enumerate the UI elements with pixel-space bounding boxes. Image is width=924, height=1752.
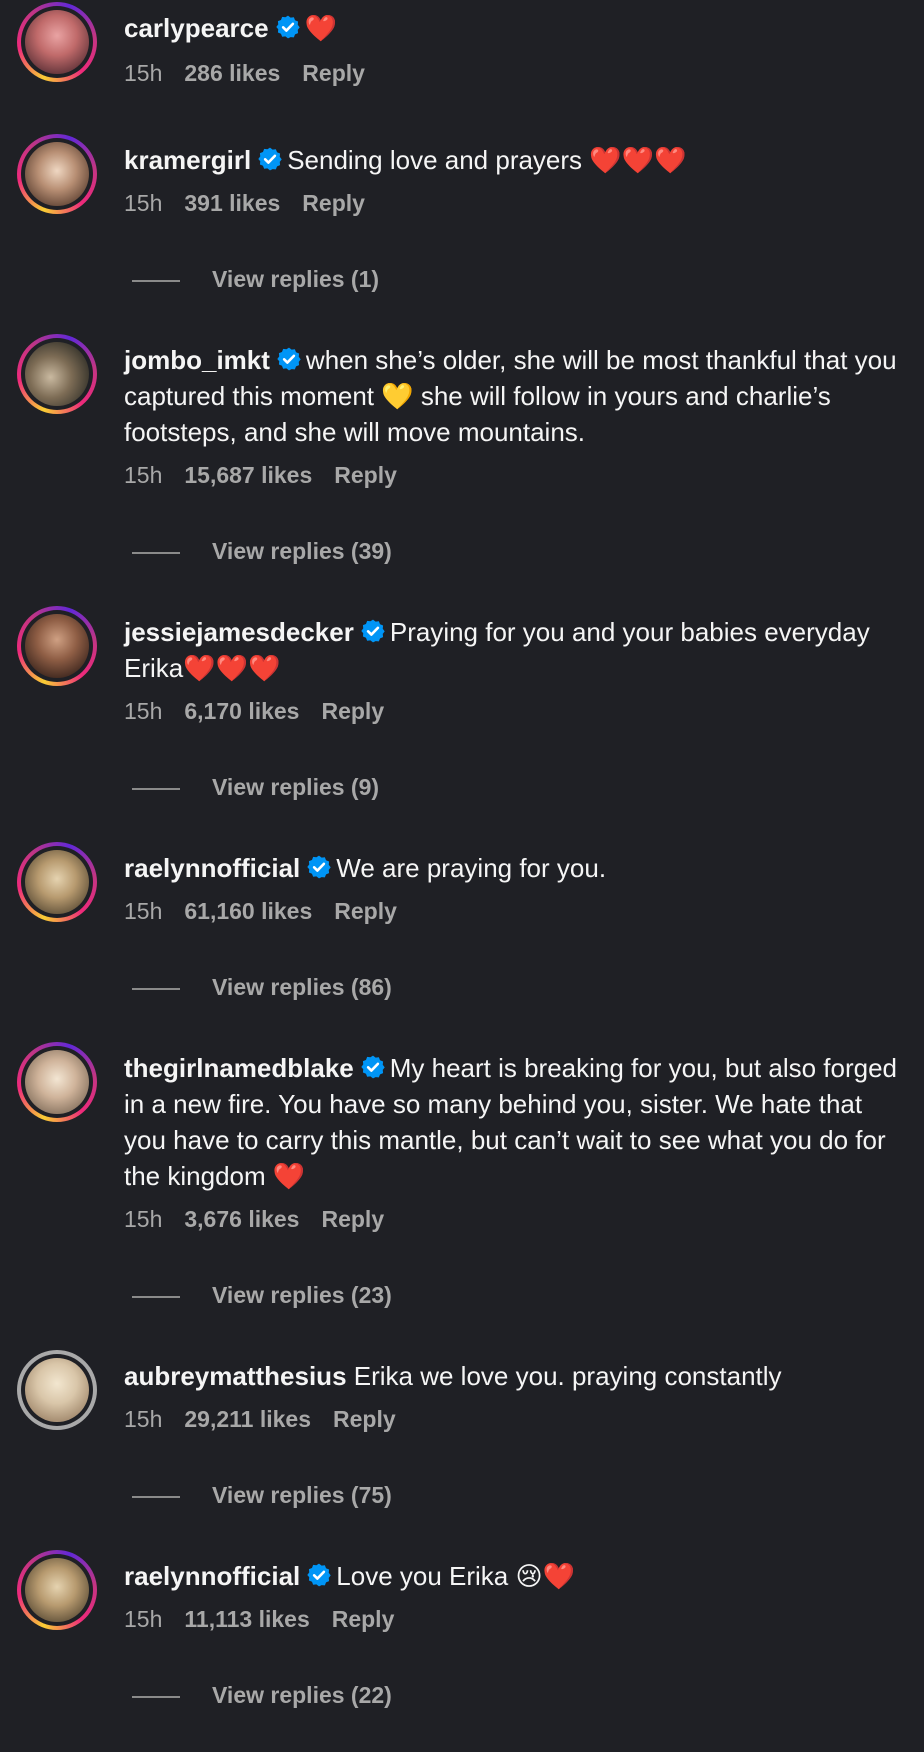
verified-badge-icon [277, 347, 301, 371]
replies-divider-line [132, 279, 180, 282]
view-replies-label: View replies (39) [212, 538, 392, 564]
comment-text-block: aubreymatthesius Erika we love you. pray… [124, 1358, 904, 1394]
view-replies-label: View replies (1) [212, 266, 380, 292]
likes-count[interactable]: 29,211 likes [184, 1406, 311, 1432]
comment-meta: 15h 29,211 likes Reply [124, 1404, 904, 1434]
reply-button[interactable]: Reply [321, 1206, 384, 1232]
replies-divider-line [132, 1695, 180, 1698]
reply-button[interactable]: Reply [302, 60, 365, 86]
comment-text-block: jessiejamesdecker Praying for you and you… [124, 614, 904, 686]
comment-meta: 15h 61,160 likes Reply [124, 896, 904, 926]
comment-text-block: raelynnofficial We are praying for you. [124, 850, 904, 886]
reply-button[interactable]: Reply [302, 190, 365, 216]
replies-divider-line [132, 987, 180, 990]
view-replies-label: View replies (9) [212, 774, 380, 800]
comment-username[interactable]: raelynnofficial [124, 853, 300, 883]
comment-text: Erika we love you. praying constantly [353, 1361, 782, 1391]
comment-username[interactable]: jombo_imkt [124, 345, 270, 375]
comment-time: 15h [124, 462, 163, 488]
comment-text: We are praying for you. [336, 853, 607, 883]
reply-button[interactable]: Reply [321, 698, 384, 724]
comment-text-block: raelynnofficial Love you Erika 😢❤️ [124, 1558, 904, 1594]
comment-meta: 15h 11,113 likes Reply [124, 1604, 904, 1634]
verified-badge-icon [258, 147, 282, 171]
avatar[interactable] [17, 134, 97, 214]
likes-count[interactable]: 286 likes [184, 60, 280, 86]
comment-username[interactable]: thegirlnamedblake [124, 1053, 354, 1083]
avatar[interactable] [17, 334, 97, 414]
view-replies-label: View replies (22) [212, 1682, 392, 1708]
comment-text-block: jombo_imkt when she’s older, she will be … [124, 342, 904, 450]
comment-text: Sending love and prayers ❤️❤️❤️ [287, 145, 687, 175]
comment-time: 15h [124, 1206, 163, 1232]
comment-text-block: thegirlnamedblake My heart is breaking fo… [124, 1050, 904, 1194]
view-replies-button[interactable]: View replies (39) [132, 536, 392, 566]
avatar[interactable] [17, 842, 97, 922]
likes-count[interactable]: 15,687 likes [184, 462, 312, 488]
comment-username[interactable]: raelynnofficial [124, 1561, 300, 1591]
comment-text-block: carlypearce ❤️ [124, 10, 904, 46]
comment-meta: 15h 286 likes Reply [124, 58, 904, 88]
view-replies-button[interactable]: View replies (86) [132, 972, 392, 1002]
comment-time: 15h [124, 190, 163, 216]
comment-meta: 15h 391 likes Reply [124, 188, 904, 218]
comment-meta: 15h 15,687 likes Reply [124, 460, 904, 490]
likes-count[interactable]: 6,170 likes [184, 698, 299, 724]
view-replies-button[interactable]: View replies (23) [132, 1280, 392, 1310]
comment-text: ❤️ [304, 13, 337, 43]
comment-time: 15h [124, 60, 163, 86]
view-replies-button[interactable]: View replies (1) [132, 264, 379, 294]
reply-button[interactable]: Reply [334, 898, 397, 924]
verified-badge-icon [361, 619, 385, 643]
reply-button[interactable]: Reply [333, 1406, 396, 1432]
comment-text: Love you Erika 😢❤️ [336, 1561, 575, 1591]
verified-badge-icon [275, 15, 300, 39]
view-replies-button[interactable]: View replies (9) [132, 772, 379, 802]
likes-count[interactable]: 391 likes [184, 190, 280, 216]
comment-username[interactable]: carlypearce [124, 13, 269, 43]
avatar[interactable] [17, 1350, 97, 1430]
likes-count[interactable]: 11,113 likes [184, 1606, 309, 1632]
replies-divider-line [132, 1495, 180, 1498]
avatar[interactable] [17, 1550, 97, 1630]
view-replies-button[interactable]: View replies (75) [132, 1480, 392, 1510]
avatar[interactable] [17, 1042, 97, 1122]
replies-divider-line [132, 551, 180, 554]
verified-badge-icon [307, 855, 331, 879]
comment-username[interactable]: kramergirl [124, 145, 251, 175]
comment-time: 15h [124, 698, 163, 724]
comment-text-block: kramergirl Sending love and prayers ❤️❤️❤… [124, 142, 904, 178]
avatar[interactable] [17, 2, 97, 82]
view-replies-label: View replies (86) [212, 974, 392, 1000]
likes-count[interactable]: 3,676 likes [184, 1206, 299, 1232]
comment-time: 15h [124, 1606, 163, 1632]
view-replies-button[interactable]: View replies (22) [132, 1680, 392, 1710]
likes-count[interactable]: 61,160 likes [184, 898, 312, 924]
comment-meta: 15h 6,170 likes Reply [124, 696, 904, 726]
comment-username[interactable]: jessiejamesdecker [124, 617, 354, 647]
comment-time: 15h [124, 898, 163, 924]
view-replies-label: View replies (23) [212, 1282, 392, 1308]
comment-username[interactable]: aubreymatthesius [124, 1361, 347, 1391]
replies-divider-line [132, 787, 180, 790]
reply-button[interactable]: Reply [332, 1606, 395, 1632]
reply-button[interactable]: Reply [334, 462, 397, 488]
comment-time: 15h [124, 1406, 163, 1432]
view-replies-label: View replies (75) [212, 1482, 392, 1508]
replies-divider-line [132, 1295, 180, 1298]
verified-badge-icon [307, 1563, 331, 1587]
verified-badge-icon [361, 1055, 385, 1079]
avatar[interactable] [17, 606, 97, 686]
comment-meta: 15h 3,676 likes Reply [124, 1204, 904, 1234]
